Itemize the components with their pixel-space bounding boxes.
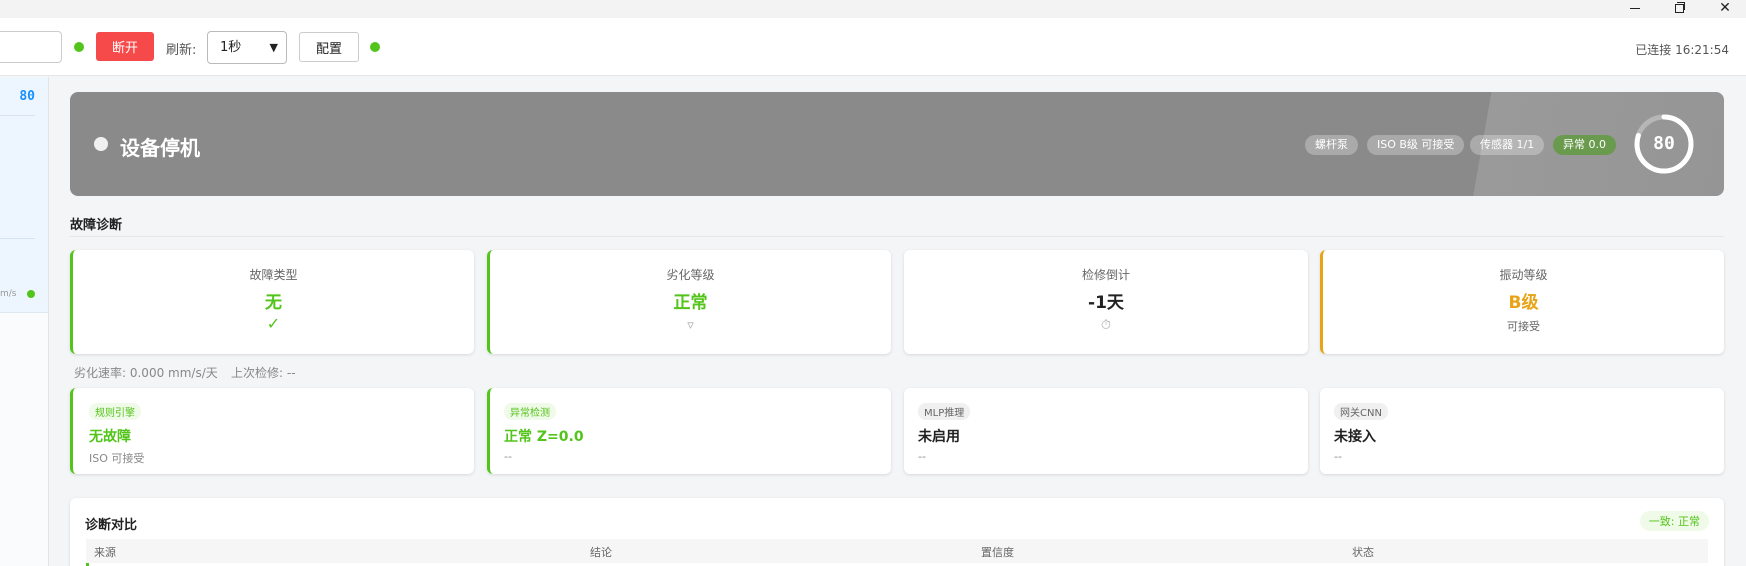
engine-result: 无故障 <box>89 429 131 445</box>
maximize-button[interactable] <box>1664 0 1694 16</box>
engine-detail: ISO 可接受 <box>89 452 145 465</box>
card-label: 故障类型 <box>249 268 298 282</box>
sidebar-sensor-value: 80 <box>19 89 35 104</box>
sidebar-sensor-panel[interactable]: 80 m/s <box>0 77 48 313</box>
column-header-status: 状态 <box>1352 546 1374 559</box>
mlp-inference-card: MLP推理 未启用 -- <box>904 388 1308 474</box>
refresh-interval-select[interactable]: 1秒 ▼ <box>207 31 287 64</box>
window-title-bar: ✕ <box>0 0 1746 18</box>
address-input[interactable] <box>0 31 62 63</box>
vibration-level-desc: 可接受 <box>1507 320 1540 333</box>
triangle-down-icon: ▿ <box>687 318 694 333</box>
last-maintenance: 上次检修: -- <box>231 366 296 380</box>
refresh-interval-value: 1秒 <box>220 40 242 55</box>
device-status-title: 设备停机 <box>120 136 200 160</box>
divider <box>0 115 35 116</box>
config-button[interactable]: 配置 <box>299 32 359 62</box>
config-status-dot <box>370 42 380 52</box>
check-icon: ✓ <box>266 314 281 333</box>
disconnect-button[interactable]: 断开 <box>96 32 154 61</box>
sidebar-status-dot <box>27 290 35 298</box>
sidebar: 80 m/s <box>0 77 49 566</box>
vibration-level-value: B级 <box>1508 293 1539 313</box>
minimize-icon <box>1630 7 1640 9</box>
column-header-source: 来源 <box>94 546 116 559</box>
maintenance-countdown-value: -1天 <box>1088 293 1124 313</box>
connection-status-dot <box>74 42 84 52</box>
device-status-banner: 设备停机 螺杆泵 ISO B级 可接受 传感器 1/1 异常 0.0 80 <box>70 92 1724 196</box>
health-gauge: 80 <box>1632 112 1696 176</box>
card-label: 劣化等级 <box>666 268 715 282</box>
degradation-level-value: 正常 <box>673 293 708 313</box>
engine-result: 未接入 <box>1334 429 1376 445</box>
engine-detail: -- <box>504 450 512 463</box>
engine-detail: -- <box>918 450 926 463</box>
engine-tag: MLP推理 <box>918 403 971 420</box>
engine-tag: 规则引擎 <box>89 403 141 420</box>
minimize-button[interactable] <box>1620 0 1650 16</box>
maintenance-countdown-card: 检修倒计 -1天 ⏱ <box>904 250 1308 354</box>
engine-tag: 网关CNN <box>1334 403 1388 420</box>
card-label: 检修倒计 <box>1081 268 1130 282</box>
divider <box>70 236 1724 237</box>
restore-icon <box>1674 1 1685 13</box>
device-type-chip: 螺杆泵 <box>1305 135 1358 155</box>
vibration-level-card: 振动等级 B级 可接受 <box>1320 250 1724 354</box>
rule-engine-card: 规则引擎 无故障 ISO 可接受 <box>70 388 474 474</box>
engine-detail: -- <box>1334 450 1342 463</box>
anomaly-chip: 异常 0.0 <box>1553 135 1616 155</box>
consensus-badge: 一致: 正常 <box>1639 511 1709 531</box>
iso-level-chip: ISO B级 可接受 <box>1367 135 1465 155</box>
divider <box>0 238 35 239</box>
diagnosis-comparison-panel: 诊断对比 一致: 正常 来源 结论 置信度 状态 <box>70 498 1724 566</box>
degradation-rate: 劣化速率: 0.000 mm/s/天 <box>74 366 218 380</box>
close-icon: ✕ <box>1719 0 1731 16</box>
sidebar-unit: m/s <box>0 289 17 299</box>
refresh-label: 刷新: <box>166 43 197 58</box>
engine-result: 正常 Z=0.0 <box>504 429 584 445</box>
gateway-cnn-card: 网关CNN 未接入 -- <box>1320 388 1724 474</box>
connection-status-text: 已连接 16:21:54 <box>1635 43 1729 57</box>
sensor-count-chip: 传感器 1/1 <box>1470 135 1545 155</box>
engine-result: 未启用 <box>918 429 960 445</box>
status-indicator-dot <box>94 137 108 151</box>
toolbar: 断开 刷新: 1秒 ▼ 配置 已连接 16:21:54 <box>0 18 1746 76</box>
timer-icon: ⏱ <box>1100 318 1112 333</box>
health-score: 80 <box>1653 133 1675 154</box>
card-label: 振动等级 <box>1499 268 1548 282</box>
anomaly-detection-card: 异常检测 正常 Z=0.0 -- <box>487 388 891 474</box>
fault-type-card: 故障类型 无 ✓ <box>70 250 474 354</box>
degradation-level-card: 劣化等级 正常 ▿ <box>487 250 891 354</box>
close-button[interactable]: ✕ <box>1710 0 1740 16</box>
engine-tag: 异常检测 <box>504 403 556 420</box>
section-title-fault-diagnosis: 故障诊断 <box>70 218 123 233</box>
fault-type-value: 无 <box>265 293 282 313</box>
column-header-confidence: 置信度 <box>981 546 1014 559</box>
comparison-title: 诊断对比 <box>85 518 138 533</box>
chevron-down-icon: ▼ <box>269 41 278 54</box>
comparison-table-header: 来源 结论 置信度 状态 <box>86 539 1708 563</box>
column-header-conclusion: 结论 <box>590 546 612 559</box>
